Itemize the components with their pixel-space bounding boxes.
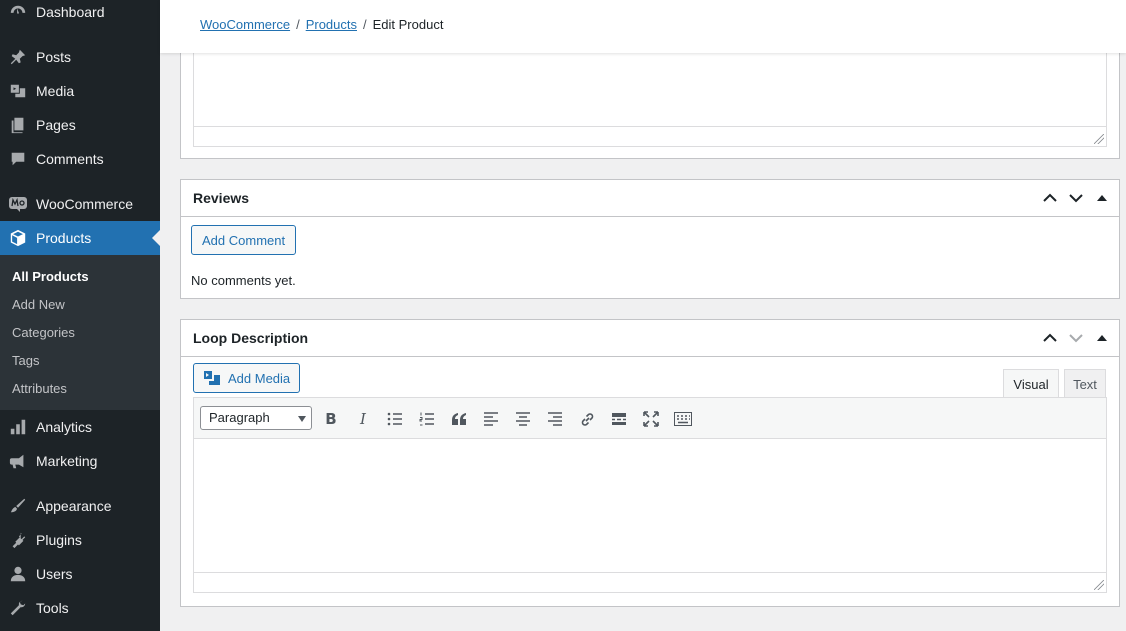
- sidebar-item-plugins[interactable]: Plugins: [0, 523, 160, 557]
- add-media-label: Add Media: [228, 370, 291, 386]
- sidebar-item-label: Dashboard: [36, 4, 105, 20]
- pin-icon: [8, 47, 28, 67]
- sidebar-item-label: Users: [36, 566, 73, 582]
- align-left-icon[interactable]: [480, 408, 502, 430]
- sidebar-item-label: Media: [36, 83, 75, 99]
- submenu-tags[interactable]: Tags: [12, 353, 39, 368]
- panel-title: Reviews: [193, 190, 250, 206]
- editor-toolbar: Paragraph B I: [193, 397, 1107, 439]
- tab-text[interactable]: Text: [1064, 369, 1106, 398]
- numbered-list-icon[interactable]: [416, 408, 438, 430]
- tab-visual[interactable]: Visual: [1003, 369, 1059, 398]
- panel-controls: [1041, 329, 1111, 347]
- products-submenu: All Products Add New Categories Tags Att…: [0, 255, 160, 410]
- pages-icon: [8, 115, 28, 135]
- submenu-all-products[interactable]: All Products: [12, 269, 89, 284]
- bullet-list-icon[interactable]: [384, 408, 406, 430]
- loop-description-editor[interactable]: [193, 439, 1107, 593]
- editor-statusbar: [194, 572, 1106, 592]
- bold-icon[interactable]: B: [320, 408, 342, 430]
- sidebar-item-label: Pages: [36, 117, 76, 133]
- move-down-icon[interactable]: [1067, 329, 1085, 347]
- admin-sidebar: Dashboard Posts Media Pages Comments Woo…: [0, 0, 160, 631]
- comments-icon: [8, 149, 28, 169]
- align-right-icon[interactable]: [544, 408, 566, 430]
- breadcrumb-separator: /: [296, 17, 300, 32]
- collapse-toggle-icon[interactable]: [1093, 189, 1111, 207]
- analytics-icon: [8, 417, 28, 437]
- sidebar-item-label: Analytics: [36, 419, 93, 435]
- panel-controls: [1041, 189, 1111, 207]
- sidebar-item-dashboard[interactable]: Dashboard: [0, 0, 160, 29]
- breadcrumb: WooCommerce / Products / Edit Product: [200, 17, 443, 32]
- sidebar-item-label: Products: [36, 230, 92, 246]
- previous-editor-panel: [180, 40, 1120, 159]
- move-down-icon[interactable]: [1067, 189, 1085, 207]
- submenu-attributes[interactable]: Attributes: [12, 381, 67, 396]
- sidebar-item-posts[interactable]: Posts: [0, 40, 160, 74]
- editor-statusbar: [194, 126, 1106, 146]
- add-comment-button[interactable]: Add Comment: [191, 225, 297, 255]
- breadcrumb-link-products[interactable]: Products: [306, 17, 357, 32]
- format-select-value: Paragraph: [209, 410, 270, 425]
- editor-content-area[interactable]: [193, 41, 1107, 147]
- sidebar-item-tools[interactable]: Tools: [0, 591, 160, 625]
- move-up-icon[interactable]: [1041, 189, 1059, 207]
- format-select[interactable]: Paragraph: [200, 406, 312, 430]
- submenu-categories[interactable]: Categories: [12, 325, 75, 340]
- products-box-icon: [8, 228, 28, 248]
- read-more-icon[interactable]: [608, 408, 630, 430]
- sidebar-item-users[interactable]: Users: [0, 557, 160, 591]
- sidebar-item-products[interactable]: Products: [0, 221, 160, 255]
- add-media-icon: [203, 370, 221, 386]
- sidebar-item-label: Plugins: [36, 532, 82, 548]
- resize-handle-icon[interactable]: [1094, 134, 1104, 144]
- add-media-button[interactable]: Add Media: [193, 363, 301, 393]
- sidebar-item-woocommerce[interactable]: WooCommerce: [0, 187, 160, 221]
- toolbar-toggle-icon[interactable]: [672, 408, 694, 430]
- loop-description-panel-header[interactable]: Loop Description: [181, 320, 1119, 357]
- media-icon: [8, 81, 28, 101]
- sidebar-item-appearance[interactable]: Appearance: [0, 489, 160, 523]
- sidebar-item-label: Appearance: [36, 498, 112, 514]
- wrench-icon: [8, 598, 28, 618]
- sidebar-item-label: Posts: [36, 49, 72, 65]
- breadcrumb-link-woocommerce[interactable]: WooCommerce: [200, 17, 290, 32]
- no-comments-text: No comments yet.: [191, 273, 296, 288]
- submenu-add-new[interactable]: Add New: [12, 297, 65, 312]
- sidebar-item-analytics[interactable]: Analytics: [0, 410, 160, 444]
- sidebar-item-comments[interactable]: Comments: [0, 142, 160, 176]
- reviews-panel-header[interactable]: Reviews: [181, 180, 1119, 217]
- fullscreen-icon[interactable]: [640, 408, 662, 430]
- align-center-icon[interactable]: [512, 408, 534, 430]
- sidebar-item-label: WooCommerce: [36, 196, 133, 212]
- user-icon: [8, 564, 28, 584]
- italic-icon[interactable]: I: [352, 408, 374, 430]
- dashboard-icon: [8, 2, 28, 22]
- sidebar-item-label: Comments: [36, 151, 104, 167]
- panel-title: Loop Description: [193, 330, 309, 346]
- link-icon[interactable]: [576, 408, 598, 430]
- sidebar-item-label: Marketing: [36, 453, 98, 469]
- sidebar-item-marketing[interactable]: Marketing: [0, 444, 160, 478]
- resize-handle-icon[interactable]: [1094, 580, 1104, 590]
- plugin-icon: [8, 530, 28, 550]
- blockquote-icon[interactable]: [448, 408, 470, 430]
- megaphone-icon: [8, 451, 28, 471]
- top-header: WooCommerce / Products / Edit Product: [160, 0, 1126, 53]
- paintbrush-icon: [8, 496, 28, 516]
- breadcrumb-separator: /: [363, 17, 367, 32]
- sidebar-item-pages[interactable]: Pages: [0, 108, 160, 142]
- move-up-icon[interactable]: [1041, 329, 1059, 347]
- breadcrumb-current: Edit Product: [372, 17, 444, 32]
- reviews-panel: Reviews Add Comment No comments yet.: [180, 179, 1120, 299]
- collapse-toggle-icon[interactable]: [1093, 329, 1111, 347]
- sidebar-item-label: Tools: [36, 600, 69, 616]
- sidebar-item-media[interactable]: Media: [0, 74, 160, 108]
- dropdown-arrow-icon: [298, 416, 306, 422]
- woocommerce-icon: [8, 194, 28, 214]
